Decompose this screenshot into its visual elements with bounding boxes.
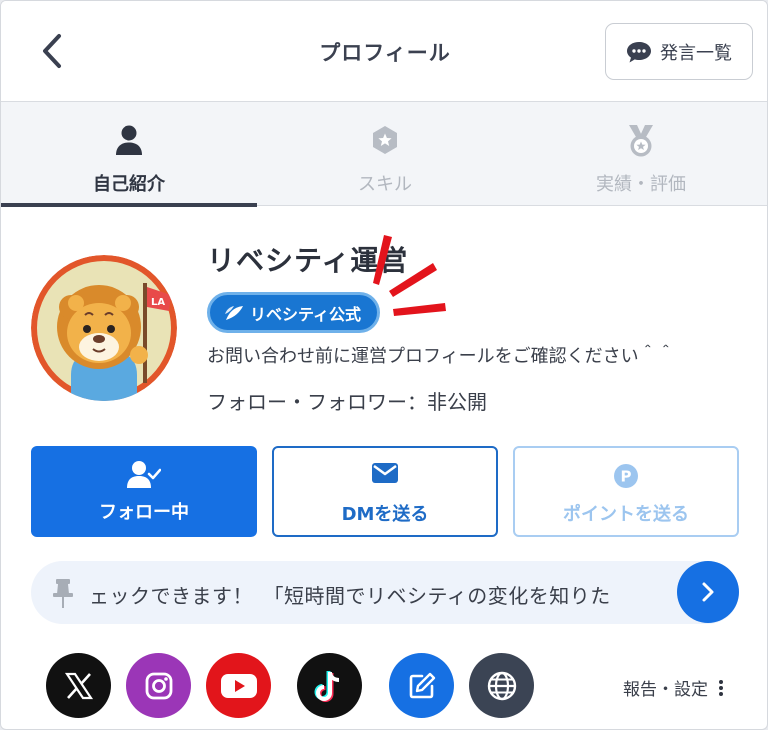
follow-status: フォロー・フォロワー：非公開 — [207, 390, 487, 414]
follow-button[interactable]: フォロー中 — [31, 446, 257, 537]
send-dm-label: DMを送る — [341, 504, 429, 525]
lion-mascot-avatar: LA — [31, 255, 177, 401]
instagram-link[interactable] — [126, 653, 191, 718]
profile-screen: プロフィール 発言一覧 自己紹介 スキル 実績・評価 LA リベシティ運営 リベ… — [0, 0, 768, 730]
youtube-icon — [220, 673, 257, 698]
website-link[interactable] — [469, 653, 534, 718]
avatar: LA — [31, 255, 177, 401]
instagram-icon — [145, 672, 172, 699]
pinned-message-text: ェックできます！ 「短時間でリベシティの変化を知りた — [89, 584, 611, 608]
follow-button-label: フォロー中 — [99, 502, 189, 523]
pinned-message-ticker[interactable]: ェックできます！ 「短時間でリベシティの変化を知りた — [31, 561, 739, 624]
tiktok-link[interactable] — [297, 653, 362, 718]
profile-bio: お問い合わせ前に運営プロフィールをご確認ください＾＾ — [207, 346, 675, 367]
person-icon — [116, 125, 142, 155]
point-coin-icon: P — [614, 464, 638, 488]
tab-label: スキル — [358, 174, 412, 195]
report-settings-label: 報告・設定 — [623, 680, 708, 700]
ticker-next-button[interactable] — [677, 561, 739, 623]
tab-self-introduction[interactable]: 自己紹介 — [1, 102, 257, 207]
skill-badge-icon — [373, 126, 397, 154]
avatar-flag-text: LA — [151, 297, 165, 308]
more-vertical-icon — [719, 679, 723, 696]
envelope-icon — [372, 463, 398, 483]
svg-text:P: P — [621, 468, 632, 486]
medal-icon — [629, 125, 653, 157]
person-check-icon — [127, 461, 161, 488]
tab-label: 自己紹介 — [93, 174, 165, 195]
edit-note-icon — [409, 672, 435, 698]
globe-icon — [487, 671, 516, 700]
tab-skills[interactable]: スキル — [257, 102, 513, 206]
note-link[interactable] — [389, 653, 454, 718]
posts-list-label: 発言一覧 — [660, 42, 732, 64]
send-points-button[interactable]: P ポイントを送る — [513, 446, 739, 537]
chevron-right-icon — [702, 582, 714, 602]
profile-tabs: 自己紹介 スキル 実績・評価 — [1, 102, 767, 207]
official-badge-label: リベシティ公式 — [250, 304, 362, 324]
speech-bubble-icon — [627, 41, 651, 62]
x-link[interactable] — [46, 653, 111, 718]
posts-list-button[interactable]: 発言一覧 — [605, 23, 753, 80]
tab-label: 実績・評価 — [596, 174, 686, 195]
tab-achievements[interactable]: 実績・評価 — [513, 102, 767, 206]
header: プロフィール 発言一覧 — [1, 1, 767, 102]
active-tab-indicator — [1, 203, 257, 207]
emphasis-rays-decoration — [373, 235, 446, 316]
send-points-label: ポイントを送る — [563, 504, 689, 525]
pin-icon — [53, 579, 73, 608]
youtube-link[interactable] — [206, 653, 271, 718]
send-dm-button[interactable]: DMを送る — [272, 446, 498, 537]
leaf-logo-icon — [225, 305, 243, 320]
report-settings-button[interactable]: 報告・設定 — [623, 675, 724, 700]
x-icon — [64, 672, 93, 699]
tiktok-icon — [314, 670, 339, 702]
official-badge: リベシティ公式 — [207, 292, 381, 333]
